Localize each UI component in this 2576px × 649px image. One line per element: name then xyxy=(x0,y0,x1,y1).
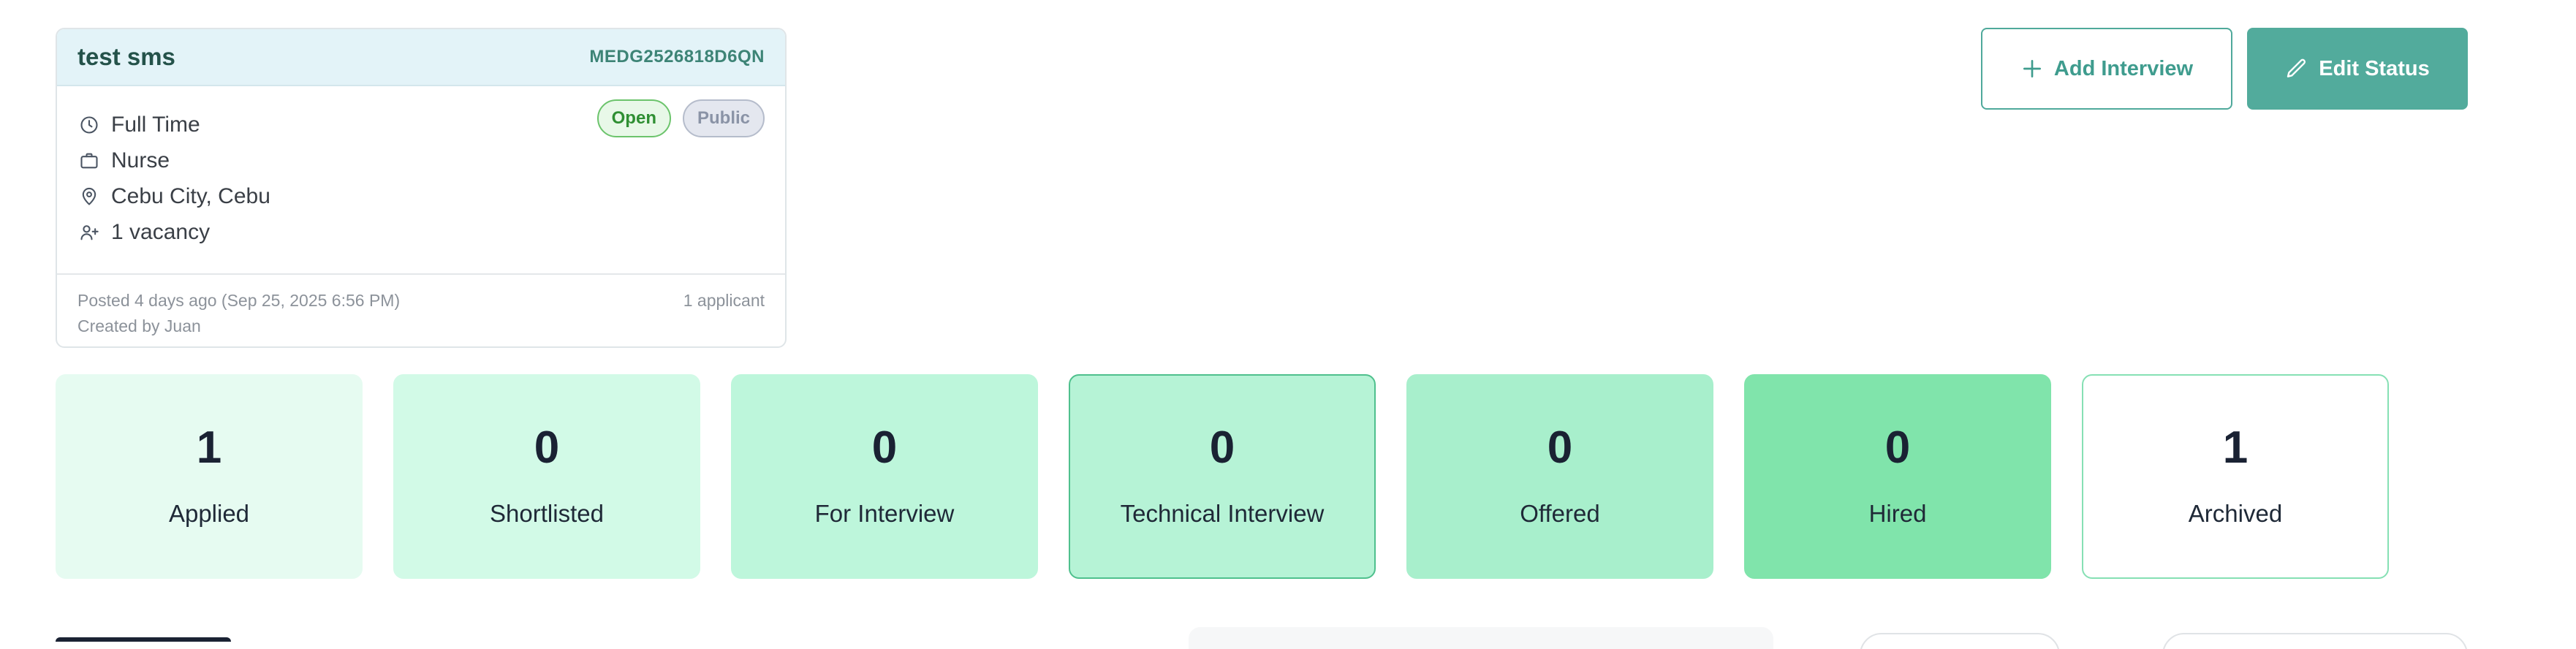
created-by: Created by Juan xyxy=(77,316,201,335)
job-card-header: test sms MEDG2526818D6QN xyxy=(57,29,785,86)
visibility-badge-public: Public xyxy=(682,99,765,137)
stat-for-interview[interactable]: 0 For Interview xyxy=(731,374,1038,579)
plus-icon xyxy=(2020,57,2044,80)
stat-label: Applied xyxy=(168,500,250,527)
user-plus-icon xyxy=(77,221,101,244)
status-badge-open: Open xyxy=(596,99,671,137)
stat-value: 0 xyxy=(534,422,560,473)
stat-value: 1 xyxy=(196,422,222,473)
job-badges: Open Public xyxy=(596,99,765,137)
add-interview-label: Add Interview xyxy=(2053,56,2194,80)
stat-archived[interactable]: 1 Archived xyxy=(2082,374,2389,579)
detail-text: Nurse xyxy=(111,148,170,172)
job-card-footer: Posted 4 days ago (Sep 25, 2025 6:56 PM)… xyxy=(57,273,785,346)
job-title: test sms xyxy=(77,43,175,70)
detail-location: Cebu City, Cebu xyxy=(77,178,765,214)
add-interview-button[interactable]: Add Interview xyxy=(1981,28,2232,110)
applicants-section-heading xyxy=(56,637,231,649)
stat-label: For Interview xyxy=(814,500,955,527)
detail-position: Nurse xyxy=(77,143,765,178)
detail-text: 1 vacancy xyxy=(111,219,211,244)
edit-status-label: Edit Status xyxy=(2319,56,2430,80)
applicant-count[interactable]: 1 applicant xyxy=(683,288,765,314)
stat-value: 1 xyxy=(2222,422,2249,473)
stat-shortlisted[interactable]: 0 Shortlisted xyxy=(393,374,700,579)
detail-text: Full Time xyxy=(111,112,200,137)
stat-offered[interactable]: 0 Offered xyxy=(1406,374,1713,579)
stat-value: 0 xyxy=(871,422,898,473)
stat-applied[interactable]: 1 Applied xyxy=(56,374,363,579)
stat-value: 0 xyxy=(1884,422,1911,473)
sort-dropdown[interactable] xyxy=(2162,633,2468,649)
stat-value: 0 xyxy=(1547,422,1573,473)
edit-status-button[interactable]: Edit Status xyxy=(2247,28,2468,110)
applicant-search-input[interactable] xyxy=(1189,627,1773,649)
map-pin-icon xyxy=(77,185,101,208)
briefcase-icon xyxy=(77,149,101,172)
stat-label: Hired xyxy=(1868,500,1927,527)
stat-value: 0 xyxy=(1209,422,1235,473)
stat-technical-interview[interactable]: 0 Technical Interview xyxy=(1069,374,1376,579)
job-summary-card: test sms MEDG2526818D6QN Open Public Ful… xyxy=(56,28,787,348)
job-details: Open Public Full Time Nurse Cebu City, C… xyxy=(57,86,785,273)
pencil-icon xyxy=(2285,57,2308,80)
posted-date: Posted 4 days ago (Sep 25, 2025 6:56 PM) xyxy=(77,291,401,310)
stat-label: Offered xyxy=(1520,500,1600,527)
detail-vacancy: 1 vacancy xyxy=(77,214,765,250)
detail-text: Cebu City, Cebu xyxy=(111,183,270,208)
job-code: MEDG2526818D6QN xyxy=(589,47,765,67)
stat-label: Shortlisted xyxy=(490,500,604,527)
job-detail-page: test sms MEDG2526818D6QN Open Public Ful… xyxy=(0,0,2576,649)
clock-icon xyxy=(77,113,101,137)
stat-hired[interactable]: 0 Hired xyxy=(1744,374,2051,579)
filter-button[interactable] xyxy=(1860,633,2060,649)
stat-label: Archived xyxy=(2188,500,2283,527)
stat-label: Technical Interview xyxy=(1120,500,1325,527)
